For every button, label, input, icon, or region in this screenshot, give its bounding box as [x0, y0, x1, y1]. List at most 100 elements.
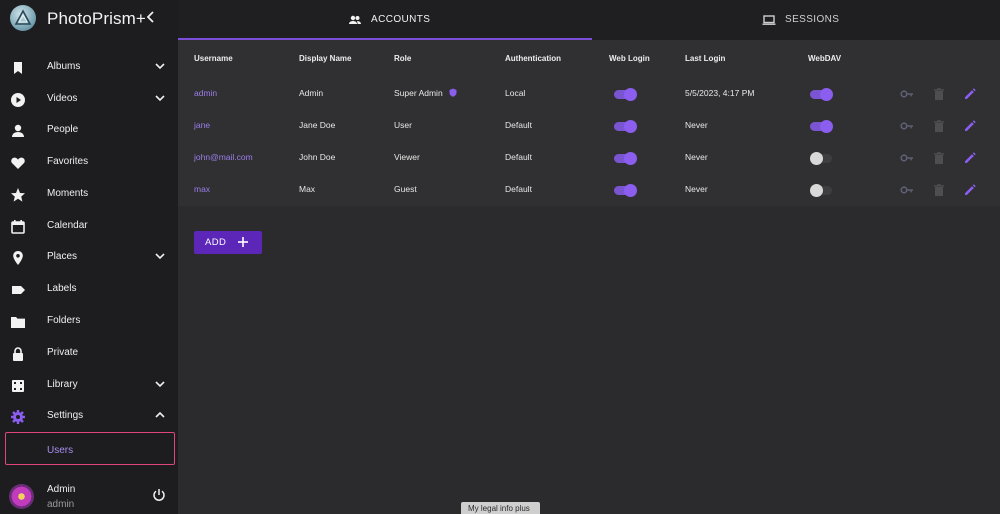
sidebar-item-videos[interactable]: Videos — [0, 85, 178, 115]
column-header-role[interactable]: Role — [394, 54, 411, 63]
username-link[interactable]: jane — [194, 120, 210, 130]
sidebar-item-places[interactable]: Places — [0, 243, 178, 273]
role: Guest — [394, 184, 417, 194]
toggle-knob — [624, 152, 637, 165]
last-login: 5/5/2023, 4:17 PM — [685, 88, 755, 98]
star-icon — [11, 188, 25, 202]
key-icon[interactable] — [900, 151, 914, 165]
edit-icon[interactable] — [963, 151, 977, 165]
username-link[interactable]: admin — [194, 88, 217, 98]
chevron-down-icon[interactable] — [154, 60, 166, 72]
folder-icon — [11, 317, 25, 328]
film-icon — [12, 380, 24, 392]
table-row: max Max Guest Default Never — [178, 174, 1000, 206]
sidebar-item-label: Library — [47, 379, 78, 390]
sidebar-item-label: Private — [47, 347, 79, 358]
brand-header: PhotoPrism+ — [0, 0, 178, 40]
shield-icon — [449, 88, 457, 97]
display-name: Admin — [299, 88, 324, 98]
toggle-knob — [624, 184, 637, 197]
tab-accounts[interactable]: ACCOUNTS — [178, 0, 592, 40]
sidebar-item-favorites[interactable]: Favorites — [0, 148, 178, 178]
sidebar-item-label: Folders — [47, 315, 81, 326]
sidebar-item-library[interactable]: Library — [0, 371, 178, 401]
chevron-down-icon[interactable] — [154, 250, 166, 262]
sidebar-item-private[interactable]: Private — [0, 339, 178, 369]
column-header-web-login[interactable]: Web Login — [609, 54, 650, 63]
trash-icon[interactable] — [932, 151, 946, 165]
web-login-toggle[interactable] — [614, 152, 638, 165]
chevron-down-icon[interactable] — [154, 92, 166, 104]
role: User — [394, 120, 412, 130]
sidebar-item-folders[interactable]: Folders — [0, 307, 178, 337]
tab-sessions[interactable]: SESSIONS — [592, 0, 1000, 40]
bookmark-icon — [14, 62, 22, 74]
authentication: Local — [505, 88, 526, 98]
trash-icon[interactable] — [932, 183, 946, 197]
column-header-last-login[interactable]: Last Login — [685, 54, 725, 63]
plus-icon — [238, 237, 248, 247]
tab-label: SESSIONS — [785, 14, 840, 25]
logout-power-icon[interactable] — [152, 488, 166, 502]
web-login-toggle[interactable] — [614, 184, 638, 197]
table-row: jane Jane Doe User Default Never — [178, 110, 1000, 142]
table-row: john@mail.com John Doe Viewer Default Ne… — [178, 142, 1000, 174]
key-icon[interactable] — [900, 183, 914, 197]
photoprism-logo[interactable] — [10, 5, 36, 31]
sidebar-item-label: Users — [47, 445, 74, 456]
trash-icon[interactable] — [932, 119, 946, 133]
sidebar-item-albums[interactable]: Albums — [0, 53, 178, 83]
legal-info-text: My legal info plus — [468, 504, 530, 513]
legal-info-chip[interactable]: My legal info plus — [461, 502, 540, 514]
sidebar-item-users[interactable]: Users — [5, 432, 175, 465]
toggle-knob — [820, 120, 833, 133]
add-button-label: ADD — [205, 237, 227, 248]
toggle-knob — [810, 184, 823, 197]
display-name: Jane Doe — [299, 120, 336, 130]
webdav-toggle[interactable] — [810, 152, 834, 165]
web-login-toggle[interactable] — [614, 88, 638, 101]
last-login: Never — [685, 184, 708, 194]
sidebar-item-settings[interactable]: Settings — [0, 402, 178, 432]
username-link[interactable]: max — [194, 184, 210, 194]
edit-icon[interactable] — [963, 183, 977, 197]
edit-icon[interactable] — [963, 119, 977, 133]
user-username: admin — [47, 499, 75, 510]
map-pin-icon — [13, 251, 23, 265]
edit-icon[interactable] — [963, 87, 977, 101]
web-login-toggle[interactable] — [614, 120, 638, 133]
heart-icon — [11, 157, 25, 169]
app-title: PhotoPrism+ — [47, 9, 146, 28]
webdav-toggle[interactable] — [810, 184, 834, 197]
chevron-down-icon[interactable] — [154, 378, 166, 390]
username-link[interactable]: john@mail.com — [194, 152, 253, 162]
add-user-button[interactable]: ADD — [194, 231, 262, 254]
display-name: John Doe — [299, 152, 336, 162]
calendar-icon — [11, 220, 25, 234]
sidebar-item-label: Places — [47, 251, 78, 262]
authentication: Default — [505, 184, 532, 194]
key-icon[interactable] — [900, 119, 914, 133]
toggle-knob — [624, 88, 637, 101]
display-name: Max — [299, 184, 316, 194]
accounts-table: Username Display Name Role Authenticatio… — [178, 40, 1000, 206]
webdav-toggle[interactable] — [810, 88, 834, 101]
sidebar-item-calendar[interactable]: Calendar — [0, 212, 178, 242]
account-panel: Admin admin — [0, 478, 178, 514]
column-header-authentication[interactable]: Authentication — [505, 54, 561, 63]
sidebar-item-moments[interactable]: Moments — [0, 180, 178, 210]
chevron-up-icon[interactable] — [154, 409, 166, 421]
column-header-display-name[interactable]: Display Name — [299, 54, 351, 63]
column-header-username[interactable]: Username — [194, 54, 233, 63]
lock-icon — [13, 347, 23, 361]
sidebar-item-label: Videos — [47, 93, 78, 104]
key-icon[interactable] — [900, 87, 914, 101]
sidebar-item-people[interactable]: People — [0, 116, 178, 146]
webdav-toggle[interactable] — [810, 120, 834, 133]
trash-icon[interactable] — [932, 87, 946, 101]
role: Super Admin — [394, 88, 457, 98]
collapse-sidebar-icon[interactable] — [145, 10, 159, 28]
sidebar-item-labels[interactable]: Labels — [0, 275, 178, 305]
column-header-webdav[interactable]: WebDAV — [808, 54, 841, 63]
avatar[interactable] — [9, 484, 34, 509]
